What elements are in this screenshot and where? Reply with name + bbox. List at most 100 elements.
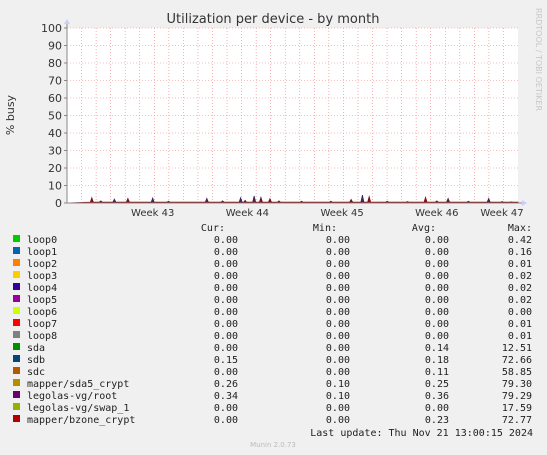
y-tick-label: 80 (48, 57, 62, 70)
legend-value: 0.00 (425, 295, 449, 306)
legend-value: 0.00 (326, 355, 350, 366)
legend-value: 0.00 (326, 415, 350, 426)
legend-value: 79.30 (502, 379, 532, 390)
legend-value: 0.00 (326, 343, 350, 354)
legend-value: 0.00 (425, 259, 449, 270)
legend-column-header: Max: (508, 223, 532, 234)
legend-series-name: loop8 (27, 331, 57, 342)
legend-value: 0.00 (425, 271, 449, 282)
legend-value: 0.34 (214, 391, 238, 402)
legend-swatch (13, 355, 20, 362)
legend-swatch (13, 235, 20, 242)
legend-series-name: loop0 (27, 235, 57, 246)
legend-value: 0.00 (326, 319, 350, 330)
legend-series-name: mapper/sda5_crypt (27, 379, 129, 390)
legend-value: 0.36 (425, 391, 449, 402)
y-tick-label: 40 (48, 127, 62, 140)
legend-series-name: legolas-vg/root (27, 391, 117, 402)
legend-value: 0.00 (326, 403, 350, 414)
legend-value: 17.59 (502, 403, 532, 414)
legend-value: 0.26 (214, 379, 238, 390)
legend-value: 0.00 (214, 307, 238, 318)
legend-column-header: Cur: (201, 223, 225, 234)
legend-series-name: loop6 (27, 307, 57, 318)
legend-series-name: mapper/bzone_crypt (27, 415, 135, 426)
legend-value: 0.00 (326, 283, 350, 294)
legend-swatch (13, 307, 20, 314)
legend-series-name: loop4 (27, 283, 57, 294)
legend-swatch (13, 415, 20, 422)
legend-value: 0.01 (508, 259, 532, 270)
y-tick-label: 20 (48, 162, 62, 175)
legend-series-name: sdc (27, 367, 45, 378)
legend-value: 0.01 (508, 331, 532, 342)
y-tick-label: 60 (48, 92, 62, 105)
chart: Utilization per device - by month % busy… (4, 8, 543, 449)
legend-swatch (13, 247, 20, 254)
y-tick-label: 100 (41, 22, 62, 35)
legend-series-name: sda (27, 343, 45, 354)
legend-value: 0.00 (425, 307, 449, 318)
legend-swatch (13, 295, 20, 302)
legend-swatch (13, 391, 20, 398)
legend-value: 0.16 (508, 247, 532, 258)
legend-value: 0.00 (326, 235, 350, 246)
last-update: Last update: Thu Nov 21 13:00:15 2024 (310, 428, 533, 439)
legend-value: 79.29 (502, 391, 532, 402)
legend-value: 0.00 (425, 319, 449, 330)
legend-value: 0.11 (425, 367, 449, 378)
chart-title: Utilization per device - by month (167, 12, 380, 27)
legend-value: 0.00 (214, 283, 238, 294)
legend-value: 0.10 (326, 379, 350, 390)
legend-value: 0.00 (326, 295, 350, 306)
legend-swatch (13, 367, 20, 374)
legend-value: 0.00 (214, 319, 238, 330)
legend-swatch (13, 343, 20, 350)
legend-series-name: loop5 (27, 295, 57, 306)
x-axis-arrow (522, 200, 527, 206)
y-axis-label: % busy (4, 94, 17, 135)
legend-value: 0.00 (326, 259, 350, 270)
legend-value: 0.00 (214, 343, 238, 354)
x-tick-label: Week 46 (415, 208, 458, 219)
y-tick-label: 70 (48, 75, 62, 88)
legend-swatch (13, 283, 20, 290)
legend-value: 0.00 (214, 247, 238, 258)
munin-version: Munin 2.0.73 (250, 441, 296, 449)
x-tick-label: Week 45 (320, 208, 363, 219)
legend: Cur: Min: Avg: Max:loop0 0.00 0.00 0.00 0.42loo… (13, 223, 532, 426)
legend-value: 0.00 (425, 403, 449, 414)
legend-swatch (13, 319, 20, 326)
legend-value: 0.02 (508, 283, 532, 294)
legend-value: 0.00 (214, 271, 238, 282)
legend-value: 0.00 (214, 367, 238, 378)
legend-value: 0.00 (326, 247, 350, 258)
y-tick-label: 10 (48, 180, 62, 193)
legend-value: 58.85 (502, 367, 532, 378)
legend-value: 0.02 (508, 271, 532, 282)
legend-value: 0.00 (214, 295, 238, 306)
y-tick-label: 90 (48, 40, 62, 53)
legend-value: 0.00 (326, 271, 350, 282)
legend-value: 72.77 (502, 415, 532, 426)
legend-column-header: Avg: (412, 223, 436, 234)
y-axis-arrow (64, 19, 70, 24)
rrdtool-watermark: RRDTOOL / TOBI OETIKER (534, 8, 543, 111)
legend-value: 0.00 (214, 235, 238, 246)
legend-swatch (13, 379, 20, 386)
legend-value: 0.25 (425, 379, 449, 390)
legend-series-name: legolas-vg/swap_1 (27, 403, 129, 414)
legend-swatch (13, 403, 20, 410)
legend-value: 0.00 (425, 235, 449, 246)
legend-series-name: sdb (27, 355, 45, 366)
legend-swatch (13, 271, 20, 278)
legend-value: 0.42 (508, 235, 532, 246)
legend-value: 0.10 (326, 391, 350, 402)
legend-value: 0.02 (508, 295, 532, 306)
y-tick-label: 0 (55, 197, 62, 210)
y-tick-label: 30 (48, 145, 62, 158)
legend-series-name: loop3 (27, 271, 57, 282)
plot-area: 0 10 20 30 40 50 60 70 80 90 100 Week 43 Week 44 Week… (41, 19, 527, 219)
legend-swatch (13, 259, 20, 266)
legend-value: 0.23 (425, 415, 449, 426)
